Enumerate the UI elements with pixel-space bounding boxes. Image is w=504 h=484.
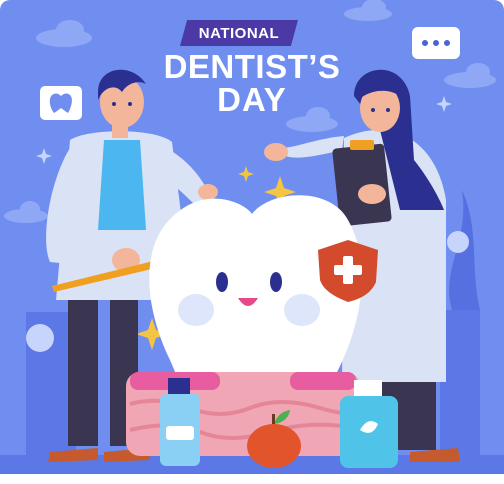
title-line-1: DENTIST’S (163, 48, 341, 85)
tooth-icon (40, 86, 82, 120)
bubble-right (447, 231, 469, 253)
banner-label: NATIONAL (198, 24, 280, 42)
chat-bubble-icon (412, 27, 460, 59)
national-banner: NATIONAL (180, 20, 298, 46)
bubble-left (26, 324, 54, 352)
title-line-2: DAY (217, 81, 287, 118)
